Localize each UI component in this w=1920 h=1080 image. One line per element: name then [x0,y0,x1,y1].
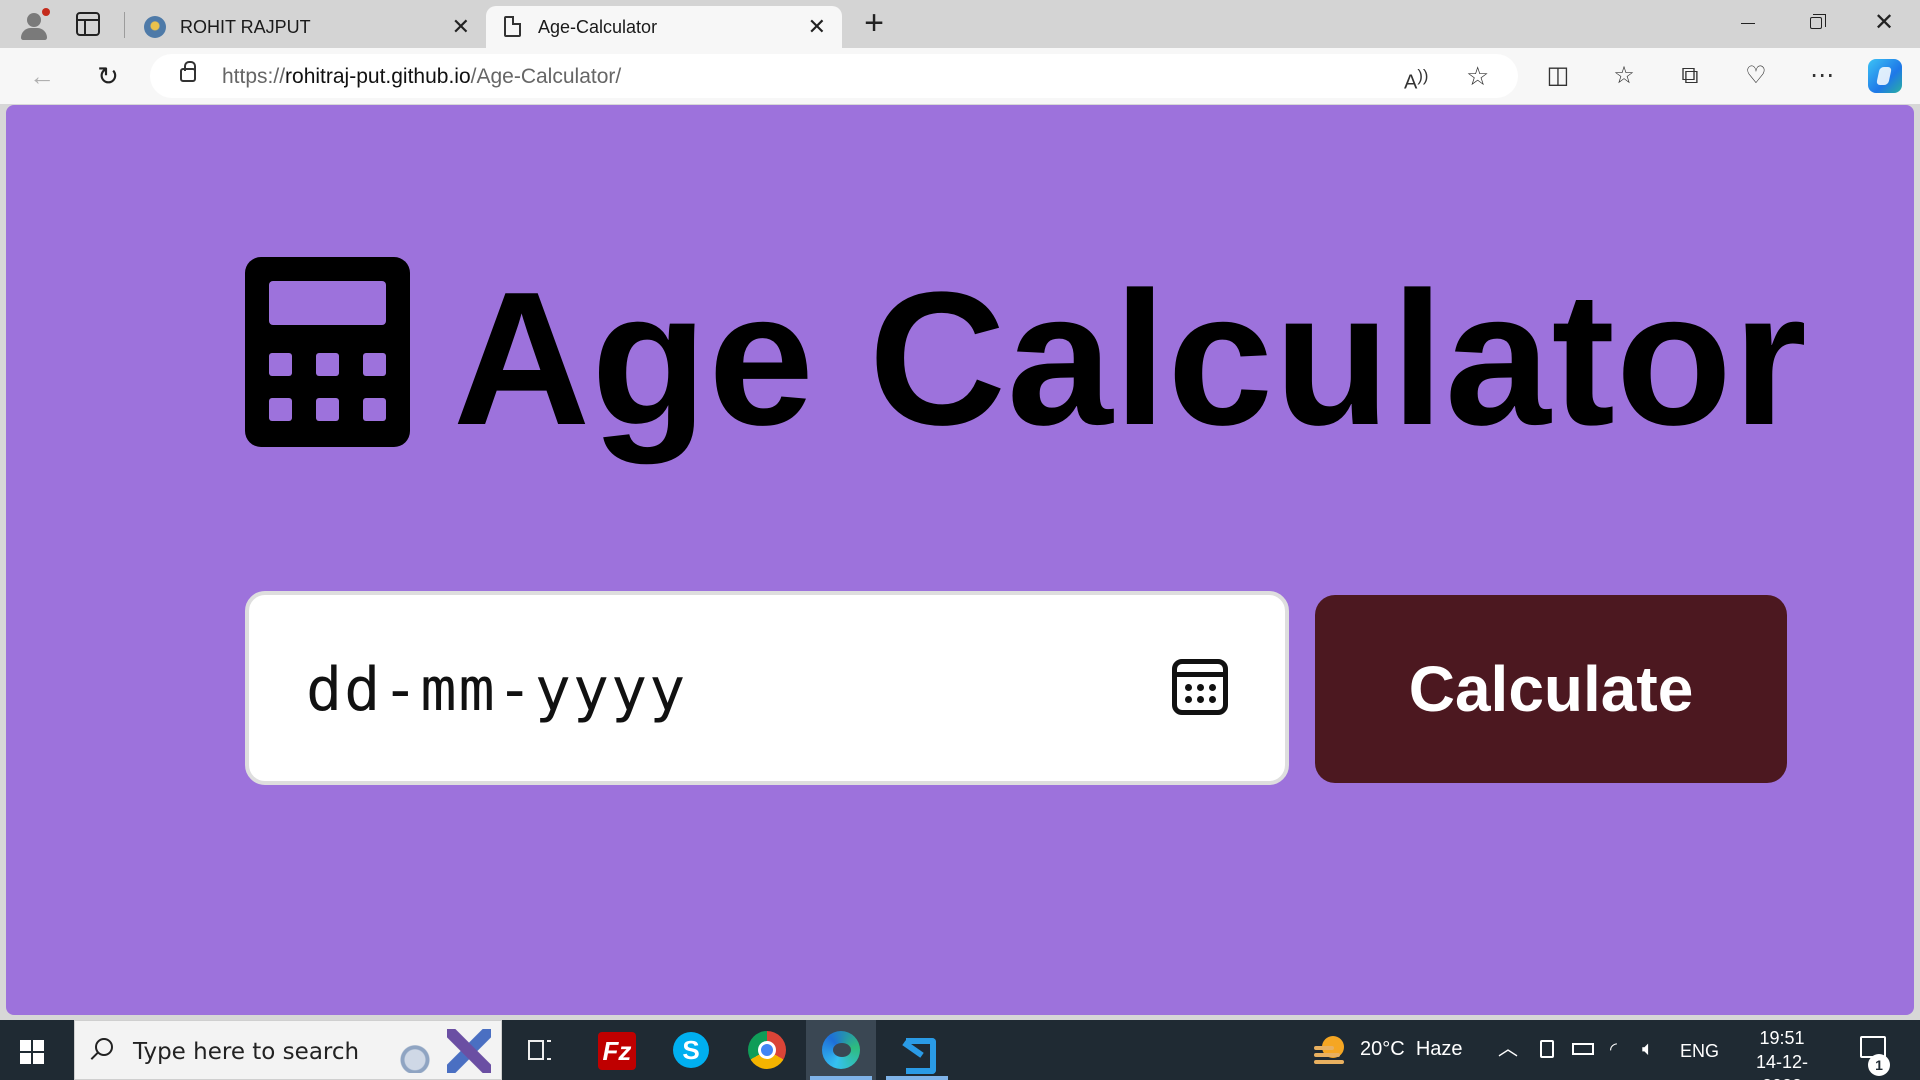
active-app-indicator [810,1076,872,1080]
read-aloud-icon[interactable]: A)) [1404,64,1428,95]
filezilla-icon: Fz [598,1032,636,1070]
skype-taskbar-button[interactable]: S [656,1020,726,1080]
site-favicon-icon [144,16,166,38]
clock[interactable]: 19:51 14-12-2023 [1736,1026,1828,1080]
calendar-picker-icon[interactable] [1172,659,1228,715]
show-hidden-icons-chevron-icon[interactable]: ︿ [1498,1036,1518,1062]
close-icon: ✕ [1873,9,1895,36]
tab-close-icon[interactable]: ✕ [808,14,826,40]
vscode-taskbar-button[interactable] [882,1020,952,1080]
volume-icon[interactable]: 🔈︎ [1642,1036,1654,1062]
favorites-icon[interactable]: ☆ [1608,60,1640,92]
tab-age-calculator[interactable]: Age-Calculator ✕ [486,6,842,48]
lock-icon[interactable] [180,61,196,82]
back-arrow-icon: ← [29,61,55,91]
battery-icon[interactable] [1572,1043,1594,1055]
minimize-icon [1741,23,1755,24]
copilot-icon[interactable] [1868,59,1902,93]
skype-icon: S [673,1032,709,1068]
running-app-indicator [886,1076,948,1080]
page-favicon-icon [504,16,521,37]
calculate-button[interactable]: Calculate [1315,595,1787,783]
reload-icon: ↻ [97,61,119,91]
edge-taskbar-button[interactable] [806,1020,876,1080]
meet-now-icon[interactable] [1540,1040,1554,1058]
tab-actions-menu-icon[interactable] [76,12,100,36]
browser-essentials-icon[interactable]: ♡ [1740,60,1772,92]
minimize-button[interactable] [1714,0,1782,48]
network-wifi-icon[interactable]: ◜ [1610,1036,1617,1062]
search-icon [95,1038,113,1056]
close-window-button[interactable]: ✕ [1850,0,1918,48]
task-view-icon [528,1040,544,1060]
restore-button[interactable] [1782,0,1850,48]
restore-icon [1810,14,1826,29]
birthdate-input[interactable]: dd-mm-yyyy [245,591,1289,785]
date-placeholder[interactable]: dd-mm-yyyy [306,655,687,725]
reload-button[interactable]: ↻ [90,58,126,94]
weather-widget[interactable]: 20°C Haze [1360,1038,1463,1061]
windows-start-icon[interactable] [20,1040,44,1064]
weather-icon[interactable] [1312,1034,1348,1066]
search-highlight-microscope-icon[interactable] [393,1029,437,1073]
profile-avatar-icon[interactable] [14,6,54,42]
language-indicator[interactable]: ENG [1680,1038,1719,1064]
tab-divider [124,12,125,38]
taskbar-search-box[interactable]: Type here to search [74,1020,502,1080]
address-bar[interactable]: https://rohitraj-put.github.io/Age-Calcu… [150,54,1518,98]
chrome-taskbar-button[interactable] [732,1020,802,1080]
task-view-button[interactable] [505,1020,575,1080]
split-screen-icon[interactable]: ◫ [1542,60,1574,92]
page-body: Age Calculator dd-mm-yyyy Calculate [6,105,1914,1015]
tab-close-icon[interactable]: ✕ [452,14,470,40]
new-tab-button[interactable]: + [856,6,892,42]
vscode-icon [900,1032,936,1074]
notification-count-badge: 1 [1868,1054,1890,1076]
tab-title: ROHIT RAJPUT [180,17,311,37]
tab-strip: ROHIT RAJPUT ✕ Age-Calculator ✕ + ✕ [0,0,1920,48]
clock-time: 19:51 [1759,1028,1805,1048]
calculator-icon [245,257,410,447]
collections-icon[interactable]: ⧉ [1674,60,1706,92]
search-highlight-satellite-icon[interactable] [447,1029,491,1073]
browser-toolbar: ← ↻ https://rohitraj-put.github.io/Age-C… [0,48,1920,104]
url-text[interactable]: https://rohitraj-put.github.io/Age-Calcu… [222,65,621,89]
filezilla-taskbar-button[interactable]: Fz [582,1020,652,1080]
back-button[interactable]: ← [24,58,60,94]
edge-icon [822,1031,860,1069]
chrome-icon [748,1031,786,1069]
tab-rohit-rajput[interactable]: ROHIT RAJPUT ✕ [128,6,486,48]
taskbar: Type here to search Fz S 20°C Haze ︿ ◜ 🔈… [0,1020,1920,1080]
tab-title: Age-Calculator [538,17,658,37]
more-options-icon[interactable]: ⋯ [1806,60,1838,92]
clock-date: 14-12-2023 [1755,1052,1809,1080]
page-title: Age Calculator [453,253,1808,465]
favorite-star-icon[interactable]: ☆ [1466,63,1489,89]
search-placeholder[interactable]: Type here to search [133,1039,359,1065]
